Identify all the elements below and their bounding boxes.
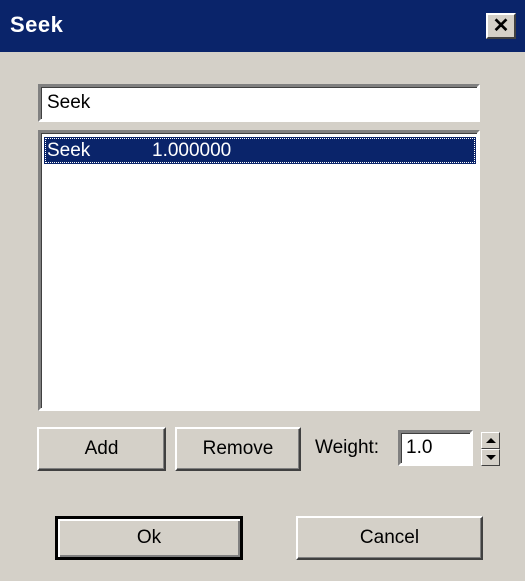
close-button[interactable]: ✕ bbox=[486, 13, 516, 39]
close-icon: ✕ bbox=[492, 15, 510, 37]
list-item[interactable]: Seek 1.000000 bbox=[44, 137, 476, 164]
spin-up-button[interactable] bbox=[481, 432, 500, 449]
weight-label: Weight: bbox=[315, 437, 380, 458]
spin-down-button[interactable] bbox=[481, 449, 500, 466]
name-input[interactable] bbox=[38, 84, 480, 122]
arrow-down-icon bbox=[486, 455, 496, 460]
ok-button[interactable]: Ok bbox=[55, 516, 243, 560]
list-item-name: Seek bbox=[47, 139, 91, 161]
seek-dialog: Seek ✕ Seek 1.000000 Add Remove Weight: … bbox=[0, 0, 525, 581]
behavior-list[interactable]: Seek 1.000000 bbox=[38, 130, 480, 411]
weight-input[interactable] bbox=[398, 430, 473, 466]
window-title: Seek bbox=[10, 12, 64, 37]
remove-button[interactable]: Remove bbox=[175, 427, 301, 471]
add-button[interactable]: Add bbox=[37, 427, 166, 471]
weight-spinner[interactable] bbox=[481, 432, 500, 466]
arrow-up-icon bbox=[486, 438, 496, 443]
title-bar: Seek ✕ bbox=[0, 0, 525, 52]
cancel-button[interactable]: Cancel bbox=[296, 516, 483, 560]
list-item-weight: 1.000000 bbox=[152, 139, 232, 161]
